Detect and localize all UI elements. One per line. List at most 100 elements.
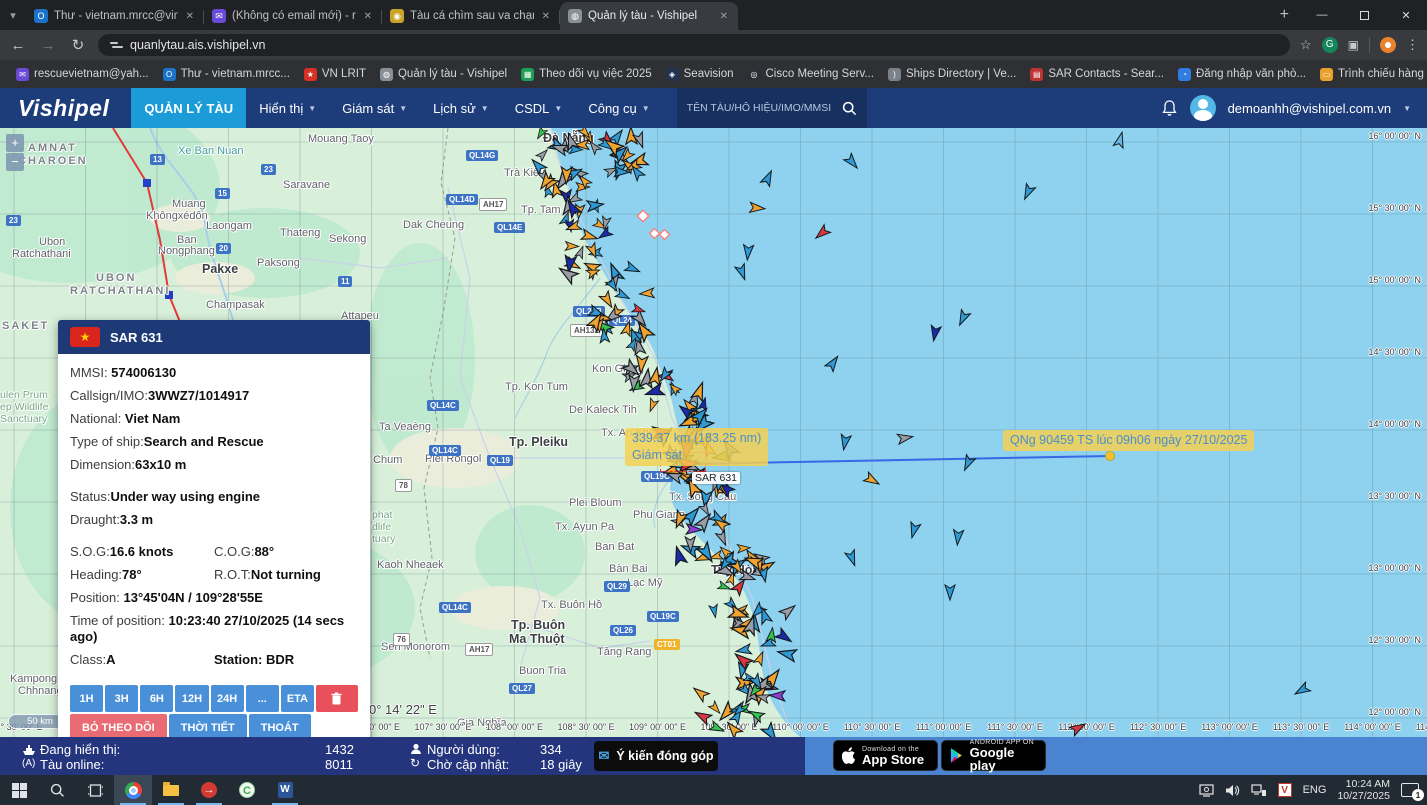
appstore-badge[interactable]: Download on the App Store	[833, 740, 938, 771]
user-email[interactable]: demoanhh@vishipel.com.vn	[1228, 101, 1392, 116]
action-button-th-i-ti-t[interactable]: THỜI TIẾT	[169, 714, 247, 737]
bookmark-item[interactable]: ▭Trình chiếu hàng ng...	[1314, 65, 1427, 84]
ship-marker[interactable]	[534, 128, 547, 141]
taskbar-clock[interactable]: 10:24 AM 10/27/2025	[1337, 778, 1390, 802]
start-button[interactable]	[0, 775, 38, 805]
ship-marker[interactable]	[735, 264, 750, 282]
taskbar-search-button[interactable]	[38, 775, 76, 805]
ship-marker[interactable]	[691, 684, 710, 702]
ship-marker[interactable]	[929, 325, 941, 342]
task-view-button[interactable]	[76, 775, 114, 805]
maximize-button[interactable]	[1343, 0, 1385, 30]
ship-marker[interactable]	[536, 147, 550, 161]
bookmark-item[interactable]: ▦Theo dõi vụ việc 2025	[515, 65, 658, 84]
ship-marker[interactable]	[1113, 131, 1127, 148]
ship-marker[interactable]	[565, 242, 579, 251]
menu-item-csdl[interactable]: CSDL▼	[502, 88, 576, 128]
bookmark-item[interactable]: ◎Cisco Meeting Serv...	[742, 65, 880, 84]
language-indicator[interactable]: ENG	[1303, 784, 1327, 796]
volume-icon[interactable]	[1225, 784, 1240, 797]
reload-icon[interactable]: ↻	[68, 36, 88, 54]
ship-marker[interactable]	[813, 225, 831, 242]
ship-marker[interactable]	[1293, 682, 1311, 698]
action-button-tho-t[interactable]: THOÁT	[249, 714, 311, 737]
user-avatar[interactable]	[1190, 95, 1216, 121]
bookmark-item[interactable]: ◔Đăng nhập văn phò...	[1172, 65, 1312, 84]
googleplay-badge[interactable]: ANDROID APP ON Google play	[941, 740, 1046, 771]
ship-search-box[interactable]	[677, 88, 867, 128]
site-settings-icon[interactable]	[110, 40, 122, 50]
ship-marker[interactable]	[697, 542, 718, 565]
ship-marker[interactable]	[724, 719, 743, 737]
ship-marker[interactable]	[844, 153, 861, 171]
ship-marker[interactable]	[644, 383, 665, 400]
history-button-6h[interactable]: 6H	[140, 685, 173, 712]
feedback-button[interactable]: ✉ Ý kiến đóng góp	[594, 741, 718, 771]
extensions-puzzle-icon[interactable]: ▣	[1348, 38, 1359, 52]
ship-search-input[interactable]	[687, 102, 842, 114]
ship-marker[interactable]	[839, 434, 851, 451]
history-button-24h[interactable]: 24H	[211, 685, 244, 712]
history-button-[interactable]: ...	[246, 685, 279, 712]
ship-marker[interactable]	[761, 169, 776, 187]
ship-marker[interactable]	[945, 585, 955, 600]
ship-marker[interactable]	[587, 139, 602, 155]
ship-marker[interactable]	[761, 723, 781, 737]
menu-item-gi-m-s-t[interactable]: Giám sát▼	[329, 88, 420, 128]
browser-tab[interactable]: OThư - vietnam.mrcc@vinamarin✕	[26, 2, 204, 30]
profile-avatar-icon[interactable]	[1380, 37, 1396, 53]
ship-marker[interactable]	[708, 701, 723, 716]
ship-marker[interactable]	[709, 604, 720, 618]
taskbar-word-button[interactable]: W	[266, 775, 304, 805]
bookmark-item[interactable]: ▤SAR Contacts - Sear...	[1024, 65, 1170, 84]
taskbar-red-app-button[interactable]: →	[190, 775, 228, 805]
action-button-b-theo-d-i[interactable]: BỎ THEO DÕI	[70, 714, 167, 737]
menu-item-hi-n-th-[interactable]: Hiển thị▼	[246, 88, 329, 128]
ship-marker[interactable]	[907, 522, 921, 539]
ship-marker[interactable]	[615, 288, 631, 302]
network-icon[interactable]	[1251, 784, 1267, 797]
bookmark-item[interactable]: )Ships Directory | Ve...	[882, 65, 1022, 84]
url-omnibox[interactable]: quanlytau.ais.vishipel.vn	[98, 34, 1290, 56]
ship-marker[interactable]	[750, 202, 766, 213]
ship-marker[interactable]	[960, 455, 975, 473]
ship-marker[interactable]	[775, 628, 794, 646]
ship-marker[interactable]	[1069, 720, 1087, 736]
history-button-3h[interactable]: 3H	[105, 685, 138, 712]
ship-marker[interactable]	[825, 354, 842, 372]
history-button-1h[interactable]: 1H	[70, 685, 103, 712]
forward-icon[interactable]: →	[38, 37, 58, 54]
zoom-out-button[interactable]: −	[6, 153, 24, 171]
ship-marker[interactable]	[716, 530, 730, 547]
ship-marker[interactable]	[624, 261, 641, 276]
ship-marker[interactable]	[1020, 184, 1035, 202]
history-button-12h[interactable]: 12H	[175, 685, 208, 712]
tab-close-icon[interactable]: ✕	[718, 11, 730, 22]
bookmark-star-icon[interactable]: ☆	[1300, 37, 1312, 53]
taskbar-explorer-button[interactable]	[152, 775, 190, 805]
ship-marker[interactable]	[769, 690, 785, 701]
ship-marker[interactable]	[753, 650, 766, 666]
ship-marker[interactable]	[863, 472, 881, 488]
taskbar-green-app-button[interactable]: C	[228, 775, 266, 805]
back-icon[interactable]: ←	[8, 37, 28, 54]
chevron-down-icon[interactable]: ▼	[1403, 104, 1411, 113]
ship-marker[interactable]	[581, 229, 599, 243]
browser-tab[interactable]: ◉Tàu cá chìm sau va chạm tại vùn✕	[382, 2, 560, 30]
taskbar-chrome-button[interactable]	[114, 775, 152, 805]
bookmark-item[interactable]: OThư - vietnam.mrcc...	[157, 65, 296, 84]
map-canvas[interactable]: 16° 00' 00" N15° 30' 00" N15° 00' 00" N1…	[0, 128, 1427, 737]
ship-marker[interactable]	[599, 291, 616, 310]
tab-close-icon[interactable]: ✕	[540, 11, 552, 22]
menu-item-c-ng-c-[interactable]: Công cụ▼	[575, 88, 662, 128]
browser-menu-icon[interactable]: ⋮	[1406, 37, 1419, 53]
search-icon[interactable]	[842, 101, 857, 116]
ship-marker[interactable]	[742, 245, 753, 261]
tab-close-icon[interactable]: ✕	[362, 11, 374, 22]
minimize-button[interactable]: —	[1301, 0, 1343, 30]
ship-marker[interactable]	[693, 708, 712, 725]
bookmark-item[interactable]: ★VN LRIT	[298, 65, 372, 84]
menu-item-qu-n-l-t-u[interactable]: QUẢN LÝ TÀU	[131, 88, 246, 128]
v-tray-app-icon[interactable]: V	[1278, 783, 1292, 797]
ship-marker[interactable]	[667, 381, 681, 395]
